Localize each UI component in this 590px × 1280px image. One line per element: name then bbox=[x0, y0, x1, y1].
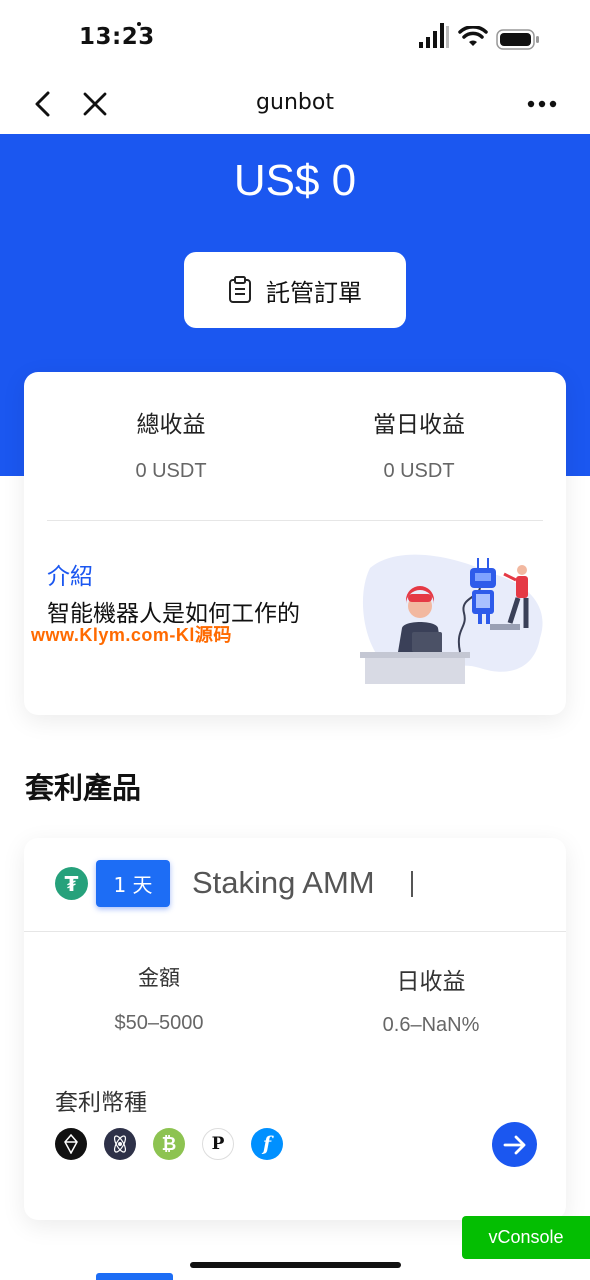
amount-value: $50–5000 bbox=[114, 1012, 204, 1034]
vconsole-button[interactable]: vConsole bbox=[462, 1216, 590, 1259]
total-earnings-label: 總收益 bbox=[136, 412, 206, 438]
filecoin-icon: f bbox=[251, 1128, 283, 1160]
divider bbox=[47, 520, 543, 521]
battery-icon bbox=[496, 29, 539, 50]
next-product-badge bbox=[96, 1273, 173, 1280]
daily-earnings-label: 當日收益 bbox=[373, 412, 465, 438]
coins-label: 套利幣種 bbox=[55, 1090, 147, 1116]
home-indicator[interactable] bbox=[190, 1262, 401, 1268]
clipboard-icon bbox=[229, 276, 251, 303]
status-time: 13:23 bbox=[79, 24, 155, 50]
duration-badge: 1 天 bbox=[96, 860, 170, 907]
wifi-icon bbox=[458, 26, 488, 46]
robot-illustration bbox=[360, 554, 543, 684]
signal-icon bbox=[419, 23, 449, 48]
daily-earnings-value: 0 USDT bbox=[383, 460, 455, 482]
more-icon[interactable] bbox=[526, 99, 558, 109]
tether-icon: ₮ bbox=[55, 867, 88, 900]
daily-yield-label: 日收益 bbox=[396, 969, 466, 995]
hosted-orders-button[interactable]: 託管訂單 bbox=[184, 252, 406, 328]
watermark: www.Klym.com-Kl源码 bbox=[31, 625, 232, 645]
product-name: Staking AMM bbox=[192, 865, 375, 900]
hero-amount: US$ 0 bbox=[233, 156, 357, 205]
daily-yield-value: 0.6–NaN% bbox=[382, 1014, 480, 1036]
arrow-right-icon bbox=[503, 1135, 525, 1154]
nav-title: gunbot bbox=[256, 90, 334, 115]
divider bbox=[24, 931, 566, 932]
text-cursor bbox=[411, 871, 413, 897]
total-earnings-value: 0 USDT bbox=[135, 460, 207, 482]
section-title: 套利產品 bbox=[25, 771, 142, 805]
eos-icon bbox=[55, 1128, 87, 1160]
bitcoin-cash-icon: ₿ bbox=[153, 1128, 185, 1160]
amount-label: 金額 bbox=[138, 966, 180, 990]
polkadot-icon: P bbox=[202, 1128, 234, 1160]
arrow-right-button[interactable] bbox=[492, 1122, 537, 1167]
location-dot-icon bbox=[137, 22, 141, 26]
cosmos-icon bbox=[104, 1128, 136, 1160]
hosted-orders-label: 託管訂單 bbox=[266, 278, 362, 307]
intro-title[interactable]: 介紹 bbox=[47, 557, 93, 591]
